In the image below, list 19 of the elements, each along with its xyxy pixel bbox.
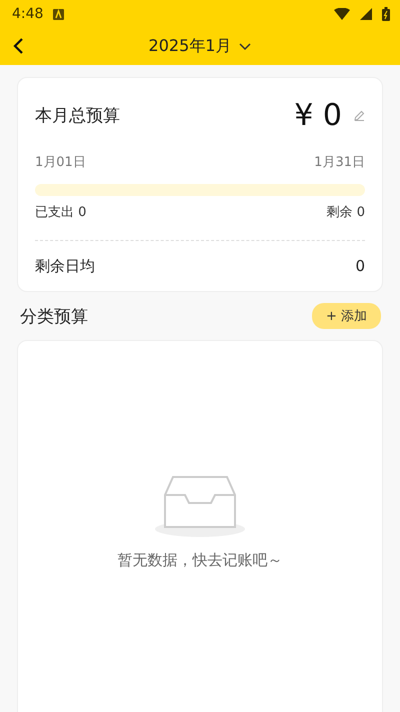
start-date: 1月01日 [35,154,86,171]
budget-amount: ¥ 0 [294,98,342,132]
status-time: 4:48 [12,6,44,22]
daily-average-value: 0 [355,257,365,275]
empty-inbox-icon [153,475,247,537]
battery-icon [382,7,390,21]
notification-icon [53,8,64,20]
section-title: 分类预算 [20,306,88,328]
wifi-icon [334,8,350,20]
budget-title: 本月总预算 [35,104,120,126]
end-date: 1月31日 [314,154,365,171]
caret-icon [239,42,252,50]
add-button[interactable]: + 添加 [312,303,381,329]
month-selector[interactable]: 2025年1月 [148,36,252,57]
signal-icon [360,8,372,20]
daily-average-label: 剩余日均 [35,256,95,276]
remaining-amount: 剩余 0 [326,204,365,221]
spent-amount: 已支出 0 [35,204,86,221]
empty-message: 暂无数据，快去记账吧～ [118,551,282,570]
